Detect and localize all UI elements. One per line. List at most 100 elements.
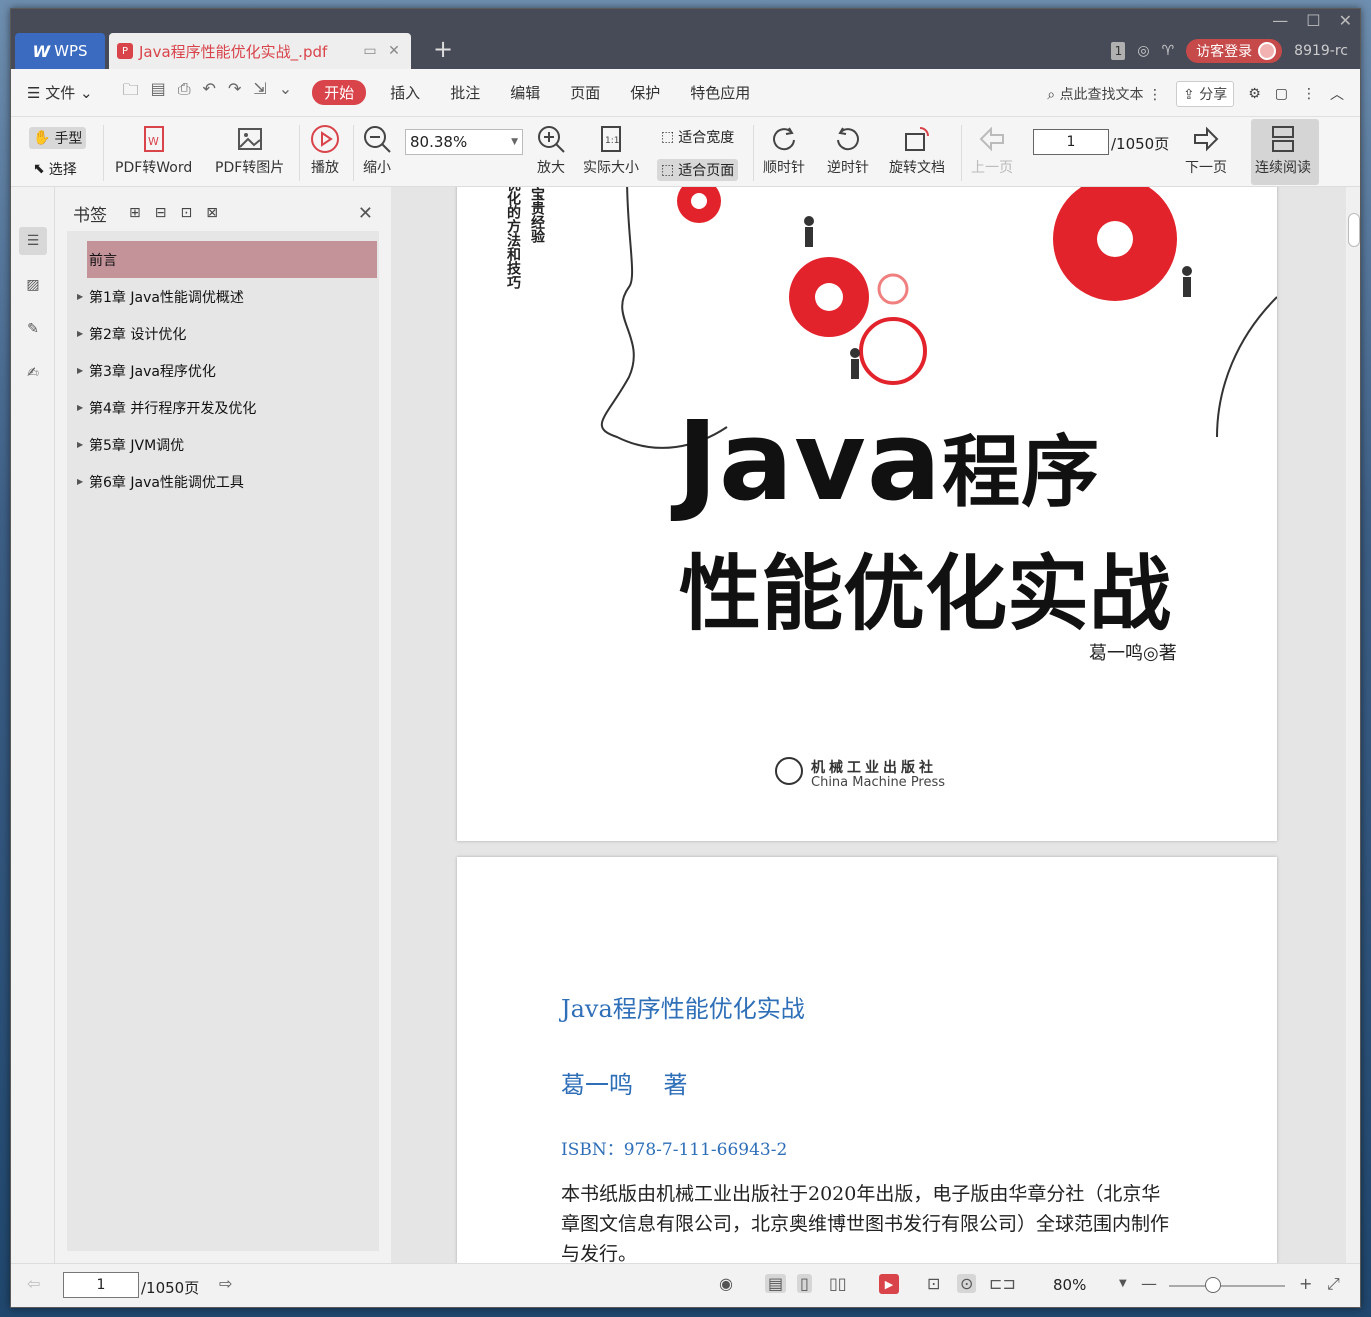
minimize-icon[interactable]: — bbox=[1272, 11, 1288, 30]
zoom-select[interactable]: 80.38% ▼ bbox=[405, 129, 523, 155]
tab-protect[interactable]: 保护 bbox=[630, 82, 660, 103]
zoom-dropdown-icon[interactable]: ▼ bbox=[1119, 1278, 1127, 1289]
close-window-icon[interactable]: ✕ bbox=[1339, 11, 1352, 30]
status-zoom-value[interactable]: 80% bbox=[1053, 1276, 1086, 1294]
single-page-icon[interactable]: ▯ bbox=[797, 1274, 812, 1293]
caret-right-icon[interactable]: ▶ bbox=[77, 440, 89, 449]
pdf-to-word-button[interactable]: W PDF转Word bbox=[115, 123, 192, 177]
cover-vertical-text-2: 宝贵经验 bbox=[529, 187, 545, 243]
tab-close-icon[interactable]: ✕ bbox=[385, 43, 403, 59]
tab-insert[interactable]: 插入 bbox=[390, 82, 420, 103]
prev-page-icon[interactable]: ⇦ bbox=[27, 1274, 40, 1293]
file-menu[interactable]: ☰ 文件 ⌄ bbox=[27, 82, 93, 103]
new-tab-button[interactable]: + bbox=[433, 37, 453, 61]
login-button[interactable]: 访客登录 bbox=[1186, 39, 1283, 63]
redo-icon[interactable]: ↷ bbox=[228, 79, 241, 106]
collapse-icon[interactable]: ︿ bbox=[1330, 84, 1344, 104]
shirt-icon[interactable]: ♈ bbox=[1162, 43, 1175, 59]
two-page-icon[interactable]: ▯▯ bbox=[829, 1274, 847, 1293]
clockwise-button[interactable]: 顺时针 bbox=[763, 123, 805, 177]
thumbnail-icon[interactable]: ▨ bbox=[19, 271, 47, 299]
tab-edit[interactable]: 编辑 bbox=[510, 82, 540, 103]
save-icon[interactable]: ▤ bbox=[151, 79, 166, 106]
prev-page-button[interactable]: 上一页 bbox=[971, 123, 1013, 177]
presentation-play-icon[interactable]: ▶ bbox=[879, 1274, 899, 1294]
more-icon[interactable]: ⋮ bbox=[1302, 86, 1316, 102]
zoom-slider-track[interactable] bbox=[1169, 1285, 1285, 1287]
caret-right-icon[interactable]: ▶ bbox=[77, 403, 89, 412]
rotate-document-button[interactable]: 旋转文档 bbox=[889, 123, 945, 177]
select-tool[interactable]: ⬉ 选择 bbox=[33, 159, 77, 179]
bookmark-item[interactable]: ▶ 第4章 并行程序开发及优化 bbox=[67, 389, 379, 426]
skin-icon[interactable]: ◎ bbox=[1137, 43, 1149, 59]
collapse-all-icon[interactable]: ⊟ bbox=[155, 205, 167, 221]
caret-right-icon[interactable]: ▶ bbox=[77, 292, 89, 301]
zoom-in-button[interactable]: 放大 bbox=[535, 123, 567, 177]
counterclockwise-button[interactable]: 逆时针 bbox=[827, 123, 869, 177]
status-page-input[interactable]: 1 bbox=[63, 1272, 139, 1298]
more-chevron-icon[interactable]: ⌄ bbox=[279, 79, 292, 106]
annotation-icon[interactable]: ✎ bbox=[19, 315, 47, 343]
scrollbar-thumb[interactable] bbox=[1348, 213, 1360, 247]
document-view[interactable]: 优化的方法和技巧 宝贵经验 Java程序 性能优化实战 葛一鸣◎著 机械工业出版… bbox=[391, 187, 1346, 1263]
fit-page-icon[interactable]: ⊙ bbox=[957, 1274, 977, 1293]
document-tab[interactable]: P Java程序性能优化实战_.pdf ▭ ✕ bbox=[109, 33, 411, 69]
zoom-out-button[interactable]: 缩小 bbox=[361, 123, 393, 177]
maximize-icon[interactable]: ☐ bbox=[1306, 11, 1320, 30]
add-bookmark-icon[interactable]: ⊡ bbox=[180, 205, 192, 221]
caret-right-icon[interactable]: ▶ bbox=[77, 477, 89, 486]
caret-right-icon[interactable]: ▶ bbox=[77, 329, 89, 338]
bookmark-item[interactable]: ▶ 第1章 Java性能调优概述 bbox=[67, 278, 379, 315]
tab-features[interactable]: 特色应用 bbox=[690, 82, 750, 103]
wps-home-tab[interactable]: W WPS bbox=[15, 33, 105, 69]
counterclockwise-label: 逆时针 bbox=[827, 160, 869, 176]
bookmark-item[interactable]: ▶ 第5章 JVM调优 bbox=[67, 426, 379, 463]
bookmark-panel: 书签 ⊞ ⊟ ⊡ ⊠ ✕ 前言 ▶ 第1章 Java性能调优概述 ▶ 第2章 设计优… bbox=[67, 195, 379, 1251]
next-page-button[interactable]: 下一页 bbox=[1185, 123, 1227, 177]
page-number-input[interactable]: 1 bbox=[1033, 129, 1109, 155]
print-icon[interactable]: ⎙ bbox=[178, 79, 191, 106]
vertical-scrollbar[interactable] bbox=[1346, 187, 1360, 1263]
bookmark-panel-icon[interactable]: ☰ bbox=[19, 227, 47, 255]
next-page-icon[interactable]: ⇨ bbox=[219, 1274, 232, 1293]
actual-size-icon[interactable]: ⊡ bbox=[927, 1274, 940, 1293]
zoom-minus-icon[interactable]: — bbox=[1141, 1274, 1157, 1293]
continuous-read-button[interactable]: 连续阅读 bbox=[1255, 123, 1311, 177]
settings-icon[interactable]: ⚙ bbox=[1248, 86, 1261, 102]
pdf-to-word-icon: W bbox=[138, 123, 170, 155]
signature-icon[interactable]: ✍ bbox=[19, 359, 47, 387]
bookmark-item[interactable]: ▶ 第6章 Java性能调优工具 bbox=[67, 463, 379, 500]
play-button[interactable]: 播放 bbox=[309, 123, 341, 177]
close-icon[interactable]: ✕ bbox=[358, 203, 373, 224]
bookmark-icon[interactable]: ⊠ bbox=[206, 205, 218, 221]
tab-annotate[interactable]: 批注 bbox=[450, 82, 480, 103]
export-icon[interactable]: ⇲ bbox=[253, 79, 266, 106]
open-icon[interactable]: 🗀 bbox=[123, 79, 139, 106]
fit-width-icon[interactable]: ⊏⊐ bbox=[989, 1274, 1016, 1293]
window-count-badge[interactable]: 1 bbox=[1111, 42, 1126, 60]
single-page-continuous-icon[interactable]: ▤ bbox=[765, 1274, 787, 1293]
expand-all-icon[interactable]: ⊞ bbox=[129, 205, 141, 221]
fullscreen-icon[interactable]: ⤢ bbox=[1327, 1274, 1340, 1294]
undo-icon[interactable]: ↶ bbox=[203, 79, 216, 106]
pdf-to-image-button[interactable]: PDF转图片 bbox=[215, 123, 284, 177]
cover-title-latin: Java bbox=[677, 397, 943, 525]
search-box[interactable]: ⌕ 点此查找文本 ⋮ bbox=[1047, 84, 1162, 104]
bookmark-item[interactable]: ▶ 第2章 设计优化 bbox=[67, 315, 379, 352]
tab-page[interactable]: 页面 bbox=[570, 82, 600, 103]
bookmark-item[interactable]: ▶ 第3章 Java程序优化 bbox=[67, 352, 379, 389]
tab-start[interactable]: 开始 bbox=[312, 80, 367, 105]
eye-icon[interactable]: ◉ bbox=[719, 1274, 733, 1293]
comment-icon[interactable]: ▢ bbox=[1275, 86, 1288, 102]
zoom-plus-icon[interactable]: + bbox=[1299, 1274, 1312, 1293]
zoom-slider-knob[interactable] bbox=[1205, 1277, 1221, 1293]
tab-pin-icon[interactable]: ▭ bbox=[361, 43, 379, 59]
fit-page-button[interactable]: ⬚ 适合页面 bbox=[657, 159, 739, 181]
bookmark-item[interactable]: 前言 bbox=[87, 241, 377, 278]
share-button[interactable]: ⇪ 分享 bbox=[1176, 81, 1235, 107]
caret-right-icon[interactable]: ▶ bbox=[77, 366, 89, 375]
svg-text:W: W bbox=[148, 135, 159, 148]
hand-tool[interactable]: ✋ 手型 bbox=[29, 127, 87, 149]
actual-size-button[interactable]: 1:1 实际大小 bbox=[583, 123, 639, 177]
fit-width-button[interactable]: ⬚ 适合宽度 bbox=[661, 127, 734, 147]
